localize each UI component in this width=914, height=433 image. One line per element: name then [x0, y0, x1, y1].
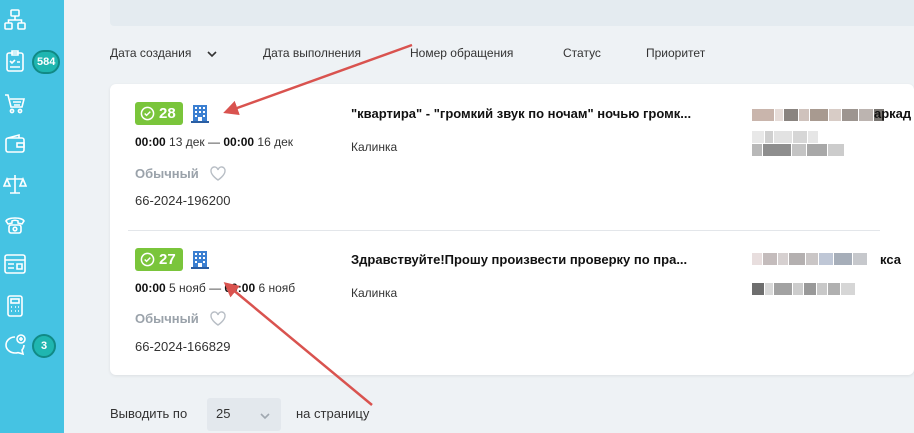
- priority-label: Обычный: [135, 311, 199, 326]
- page-size-label: Выводить по: [110, 406, 188, 421]
- heart-icon[interactable]: [209, 165, 227, 182]
- days-count: 27: [159, 251, 176, 268]
- messages-count-badge: 3: [32, 334, 56, 358]
- filter-panel: [110, 0, 914, 26]
- request-extra: аркад: [874, 106, 912, 121]
- org-structure-icon: [3, 8, 27, 32]
- sidebar-item-calls[interactable]: [0, 208, 64, 242]
- building-icon: [191, 103, 209, 123]
- request-number[interactable]: 66-2024-166829: [135, 339, 230, 354]
- heart-icon[interactable]: [209, 310, 227, 327]
- request-address: Калинка: [351, 286, 398, 300]
- redacted-text: [752, 143, 845, 156]
- redacted-text: [752, 252, 868, 265]
- sidebar-item-calculator[interactable]: [0, 290, 64, 324]
- sort-by-created[interactable]: Дата создания: [110, 46, 191, 60]
- status-badge: 28: [135, 102, 183, 125]
- check-circle-icon: [140, 252, 155, 267]
- sort-by-request-number[interactable]: Номер обращения: [410, 46, 513, 60]
- scales-icon: [2, 172, 28, 196]
- sidebar-item-portal[interactable]: [0, 248, 64, 282]
- calculator-icon: [3, 294, 27, 318]
- redacted-text: [752, 130, 819, 143]
- request-extra: кса: [880, 252, 901, 267]
- chat-add-icon: [3, 333, 27, 357]
- request-number[interactable]: 66-2024-196200: [135, 193, 230, 208]
- sidebar-item-shop[interactable]: [0, 88, 64, 122]
- sidebar-item-legal[interactable]: [0, 168, 64, 202]
- sidebar-item-structure[interactable]: [0, 4, 64, 38]
- status-badge: 27: [135, 248, 183, 271]
- date-range: 00:00 13 дек — 00:00 16 дек: [135, 135, 293, 149]
- chevron-down-icon: [259, 409, 271, 421]
- request-address: Калинка: [351, 140, 398, 154]
- phone-icon: [3, 212, 27, 236]
- sidebar-item-payments[interactable]: [0, 128, 64, 162]
- redacted-text: [752, 108, 885, 121]
- request-title[interactable]: "квартира" - "громкий звук по ночам" ноч…: [351, 106, 691, 121]
- sort-by-priority[interactable]: Приоритет: [646, 46, 705, 60]
- priority-label: Обычный: [135, 166, 199, 181]
- row-divider: [128, 230, 880, 231]
- wallet-icon: [3, 132, 27, 156]
- redacted-text: [752, 282, 856, 295]
- page-size-select[interactable]: 25: [207, 398, 281, 431]
- cart-icon: [3, 92, 27, 116]
- sidebar-item-messages[interactable]: 3: [0, 329, 64, 363]
- sort-by-status[interactable]: Статус: [563, 46, 601, 60]
- browser-window-icon: [3, 252, 27, 276]
- sort-by-completed[interactable]: Дата выполнения: [263, 46, 361, 60]
- check-circle-icon: [140, 106, 155, 121]
- page-size-value: 25: [216, 406, 231, 421]
- chevron-down-icon[interactable]: [206, 48, 218, 60]
- date-range: 00:00 5 нояб — 00:00 6 нояб: [135, 281, 296, 295]
- request-title[interactable]: Здравствуйте!Прошу произвести проверку п…: [351, 252, 687, 267]
- sort-bar: Дата создания Дата выполнения Номер обра…: [0, 46, 914, 66]
- page-size-suffix: на страницу: [296, 406, 370, 421]
- days-count: 28: [159, 105, 176, 122]
- building-icon: [191, 249, 209, 269]
